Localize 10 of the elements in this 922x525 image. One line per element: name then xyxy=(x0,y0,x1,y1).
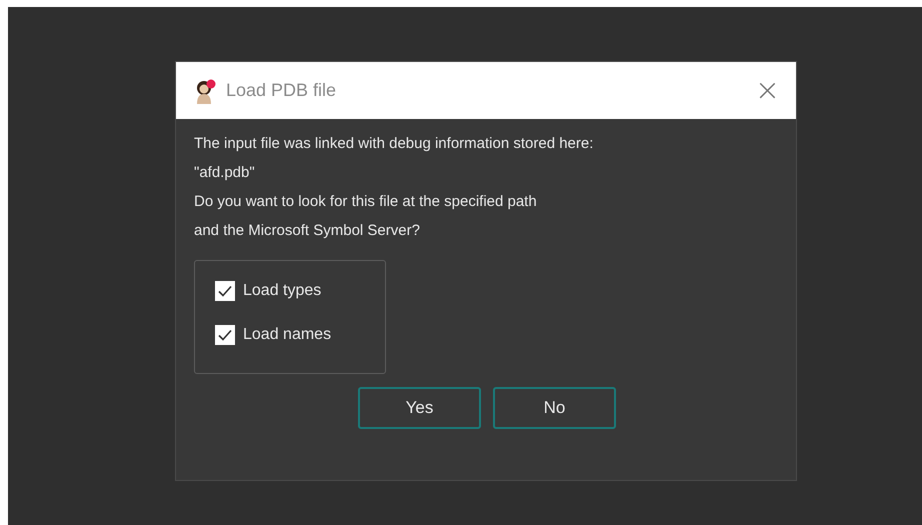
dialog-button[interactable]: Yes xyxy=(358,387,481,429)
window-title: Load PDB file xyxy=(226,80,338,101)
message-text: "afd.pdb" xyxy=(194,163,256,183)
message-text: The input file was linked with debug information stored here: xyxy=(194,134,594,154)
checkbox-label: Load types xyxy=(243,281,322,301)
checkbox-label: Load names xyxy=(243,325,332,345)
message-text: and the Microsoft Symbol Server? xyxy=(194,221,421,241)
close-button[interactable]: × xyxy=(754,76,780,106)
dialog-button[interactable]: No xyxy=(493,387,616,429)
message-text: Do you want to look for this file at the specified path xyxy=(194,192,538,212)
